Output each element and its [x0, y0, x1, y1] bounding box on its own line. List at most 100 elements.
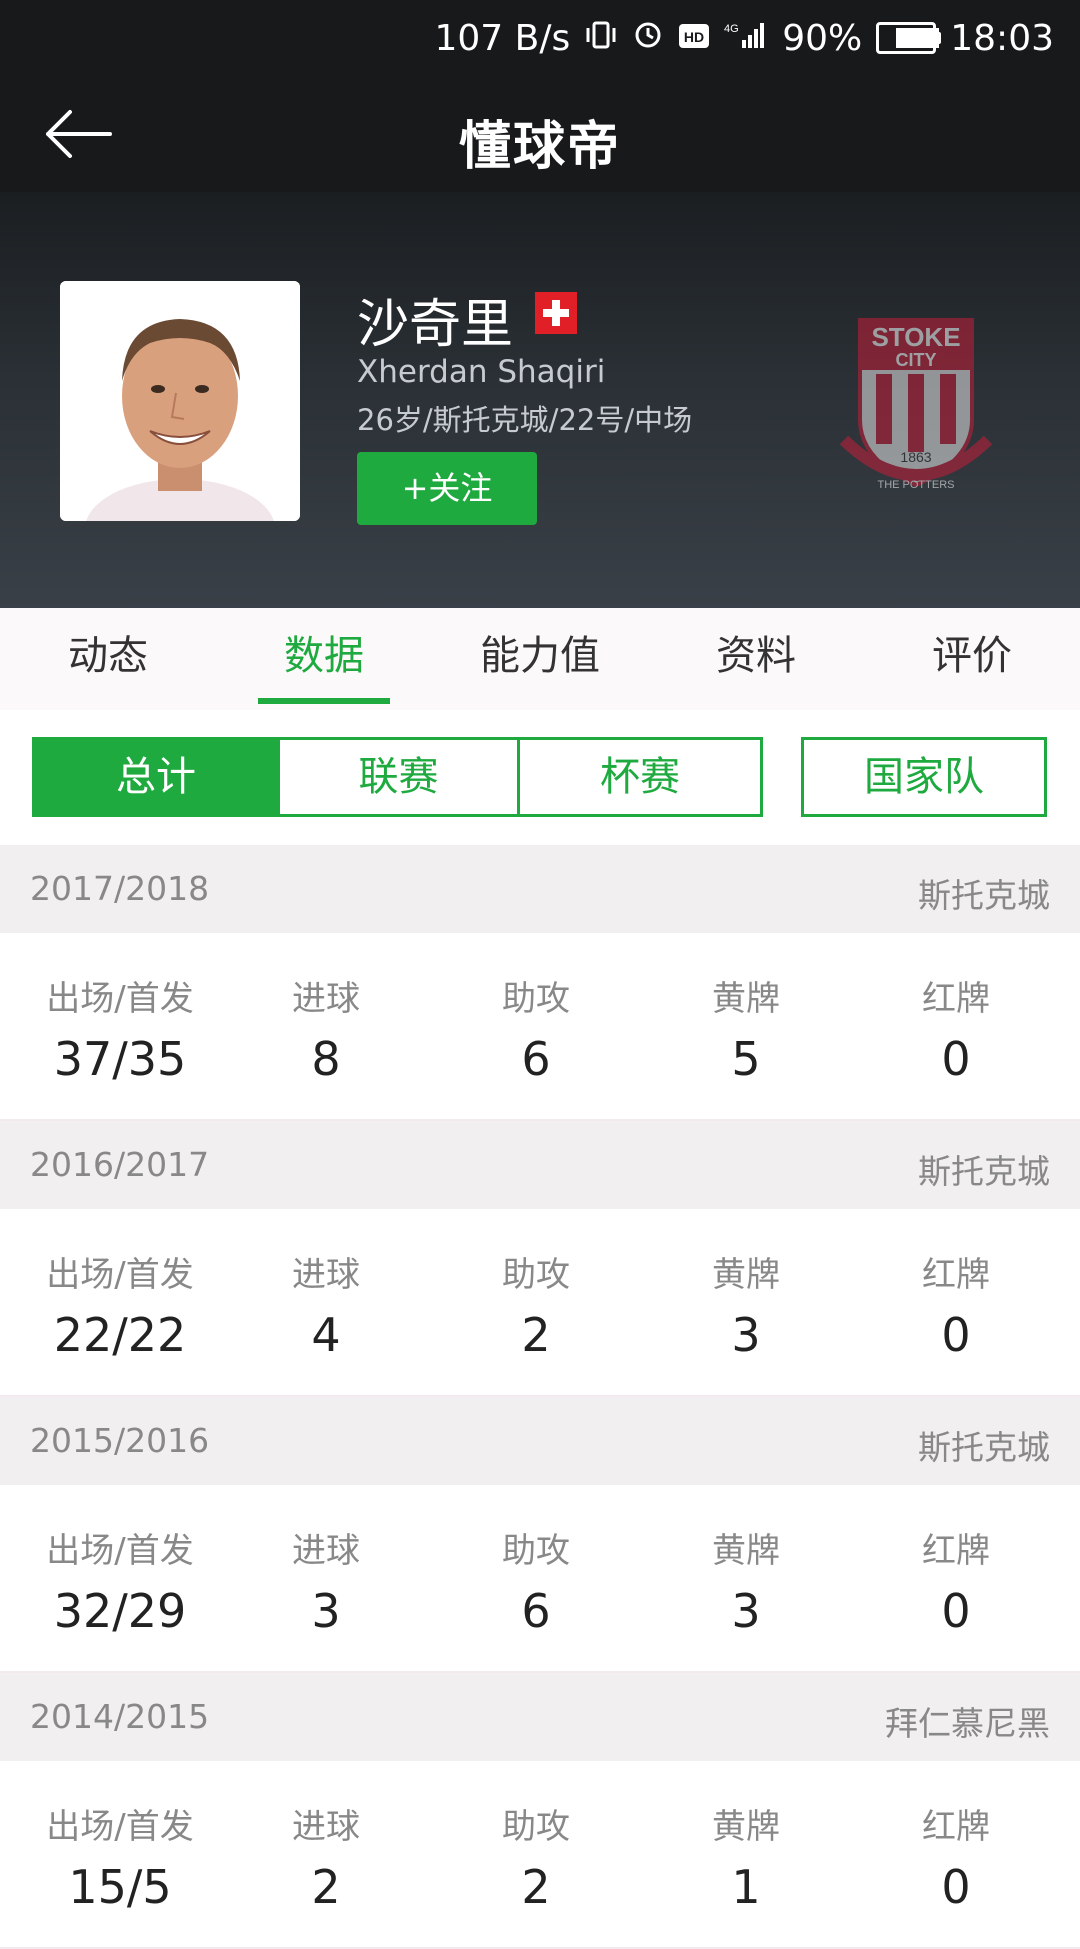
- player-header: 沙奇里 Xherdan Shaqiri 26岁/斯托克城/22号/中场 +关注 …: [0, 192, 1080, 608]
- stat-value: 0: [941, 1032, 971, 1086]
- season-header: 2015/2016 斯托克城: [0, 1397, 1080, 1485]
- stat-label: 助攻: [502, 1255, 570, 1295]
- filter-national-team-button[interactable]: 国家队: [801, 737, 1047, 817]
- stat-label: 红牌: [922, 979, 990, 1019]
- stat-yellow-cards: 黄牌 1: [636, 1799, 856, 1914]
- stat-assists: 助攻 2: [426, 1247, 646, 1362]
- season-stats-row: 出场/首发 22/22 进球 4 助攻 2 黄牌 3 红牌 0: [0, 1209, 1080, 1397]
- battery-icon: [876, 22, 942, 54]
- svg-text:CITY: CITY: [895, 350, 936, 370]
- stat-apps-starts: 出场/首发 22/22: [10, 1247, 230, 1362]
- stat-value: 32/29: [53, 1584, 187, 1638]
- player-english-name: Xherdan Shaqiri: [357, 354, 606, 390]
- stat-red-cards: 红牌 0: [846, 971, 1066, 1086]
- tab-news[interactable]: 动态: [0, 608, 216, 710]
- stat-value: 2: [521, 1860, 551, 1914]
- season-header: 2014/2015 拜仁慕尼黑: [0, 1673, 1080, 1761]
- season-stats-row: 出场/首发 37/35 进球 8 助攻 6 黄牌 5 红牌 0: [0, 933, 1080, 1121]
- stat-label: 黄牌: [712, 1807, 780, 1847]
- stat-value: 3: [731, 1584, 761, 1638]
- stat-value: 2: [521, 1308, 551, 1362]
- stat-label: 进球: [292, 1807, 360, 1847]
- stat-yellow-cards: 黄牌 3: [636, 1247, 856, 1362]
- stat-label: 黄牌: [712, 979, 780, 1019]
- app-bar: 懂球帝: [0, 76, 1080, 192]
- season-label: 2017/2018: [30, 869, 210, 908]
- stat-yellow-cards: 黄牌 3: [636, 1523, 856, 1638]
- svg-text:THE POTTERS: THE POTTERS: [877, 479, 954, 491]
- stat-apps-starts: 出场/首发 37/35: [10, 971, 230, 1086]
- season-team: 斯托克城: [918, 876, 1050, 915]
- stat-value: 37/35: [53, 1032, 187, 1086]
- stat-label: 出场/首发: [46, 1531, 194, 1571]
- filter-league-button[interactable]: 联赛: [280, 737, 520, 817]
- player-photo: [60, 281, 300, 521]
- stat-assists: 助攻 6: [426, 971, 646, 1086]
- alarm-icon: [632, 18, 664, 59]
- season-label: 2015/2016: [30, 1421, 210, 1460]
- stat-label: 助攻: [502, 1807, 570, 1847]
- stat-goals: 进球 4: [216, 1247, 436, 1362]
- stat-red-cards: 红牌 0: [846, 1247, 1066, 1362]
- competition-filter: 总计 联赛 杯赛: [32, 737, 763, 817]
- stat-value: 5: [731, 1032, 761, 1086]
- follow-button[interactable]: +关注: [357, 452, 537, 525]
- season-label: 2016/2017: [30, 1145, 210, 1184]
- stat-label: 红牌: [922, 1807, 990, 1847]
- stat-label: 红牌: [922, 1255, 990, 1295]
- season-header: 2016/2017 斯托克城: [0, 1121, 1080, 1209]
- stat-apps-starts: 出场/首发 32/29: [10, 1523, 230, 1638]
- club-crest-logo: STOKE CITY 1863 THE POTTERS: [836, 310, 996, 495]
- stat-value: 2: [311, 1860, 341, 1914]
- stat-label: 进球: [292, 979, 360, 1019]
- stat-assists: 助攻 2: [426, 1799, 646, 1914]
- season-team: 斯托克城: [918, 1152, 1050, 1191]
- season-team: 拜仁慕尼黑: [885, 1704, 1050, 1743]
- season-stats-row: 出场/首发 15/5 进球 2 助攻 2 黄牌 1 红牌 0: [0, 1761, 1080, 1949]
- app-title: 懂球帝: [458, 117, 621, 177]
- stat-value: 6: [521, 1032, 551, 1086]
- stat-label: 进球: [292, 1531, 360, 1571]
- stat-label: 出场/首发: [46, 1255, 194, 1295]
- stat-yellow-cards: 黄牌 5: [636, 971, 856, 1086]
- status-bar: 107 B/s HD 4G 90% 18:03: [0, 0, 1080, 76]
- season-stats-row: 出场/首发 32/29 进球 3 助攻 6 黄牌 3 红牌 0: [0, 1485, 1080, 1673]
- filter-cup-button[interactable]: 杯赛: [520, 737, 763, 817]
- switzerland-flag-icon: [535, 292, 577, 334]
- stat-value: 15/5: [68, 1860, 172, 1914]
- national-filter: 国家队: [801, 737, 1047, 817]
- stat-value: 3: [731, 1308, 761, 1362]
- stat-value: 1: [731, 1860, 761, 1914]
- stat-value: 6: [521, 1584, 551, 1638]
- stat-goals: 进球 3: [216, 1523, 436, 1638]
- stat-label: 黄牌: [712, 1531, 780, 1571]
- season-team: 斯托克城: [918, 1428, 1050, 1467]
- stat-label: 出场/首发: [46, 1807, 194, 1847]
- stat-apps-starts: 出场/首发 15/5: [10, 1799, 230, 1914]
- stat-value: 22/22: [53, 1308, 187, 1362]
- player-name: 沙奇里: [357, 295, 514, 355]
- stat-label: 黄牌: [712, 1255, 780, 1295]
- stat-label: 助攻: [502, 979, 570, 1019]
- tab-data[interactable]: 数据: [216, 608, 432, 710]
- stat-label: 红牌: [922, 1531, 990, 1571]
- tab-rating[interactable]: 评价: [864, 608, 1080, 710]
- stat-value: 3: [311, 1584, 341, 1638]
- svg-text:STOKE: STOKE: [871, 322, 960, 352]
- svg-text:4G: 4G: [724, 23, 739, 35]
- svg-text:1863: 1863: [900, 449, 931, 465]
- season-header: 2017/2018 斯托克城: [0, 845, 1080, 933]
- tab-profile[interactable]: 资料: [648, 608, 864, 710]
- stat-value: 4: [311, 1308, 341, 1362]
- net-speed: 107 B/s: [434, 17, 571, 59]
- svg-text:HD: HD: [684, 29, 704, 45]
- vibrate-icon: [584, 18, 618, 59]
- hd-icon: HD: [678, 18, 710, 59]
- stat-goals: 进球 2: [216, 1799, 436, 1914]
- signal-4g-icon: 4G: [724, 18, 768, 59]
- player-info: 26岁/斯托克城/22号/中场: [357, 403, 693, 437]
- tab-ability[interactable]: 能力值: [432, 608, 648, 710]
- filter-total-button[interactable]: 总计: [32, 737, 280, 817]
- stat-value: 8: [311, 1032, 341, 1086]
- stat-assists: 助攻 6: [426, 1523, 646, 1638]
